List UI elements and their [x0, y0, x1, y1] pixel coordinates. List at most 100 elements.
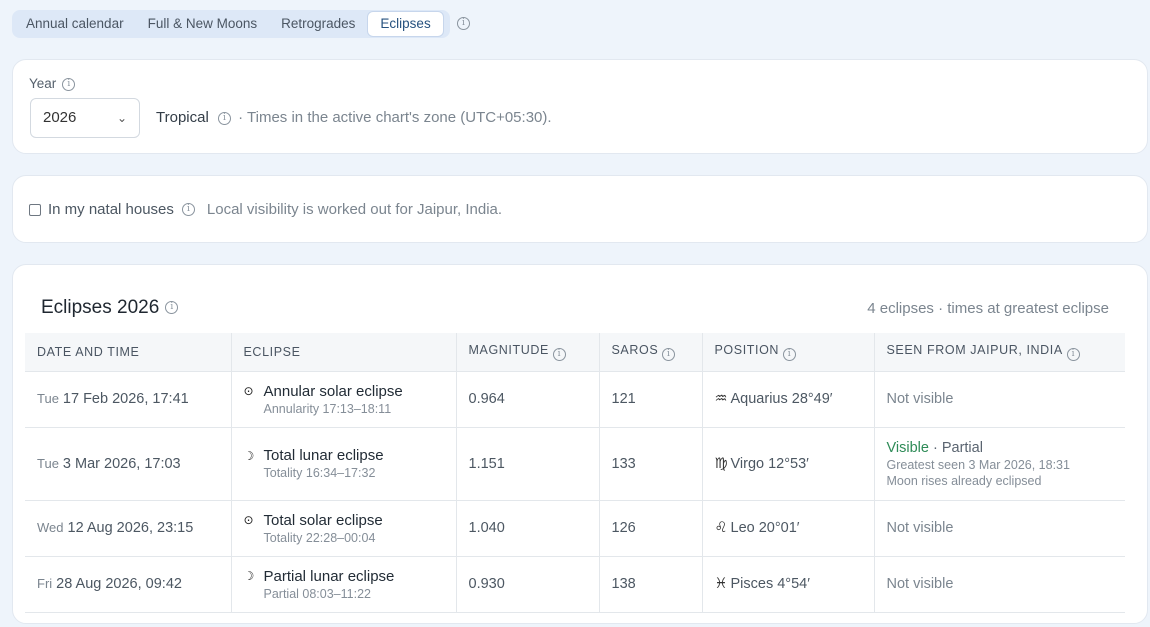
table-cell: 126	[599, 499, 703, 556]
col-magnitude: MAGNITUDE i	[456, 333, 600, 371]
cell-text: Tue	[37, 391, 59, 406]
year-label: Year i	[29, 76, 76, 91]
year-select[interactable]: 2026 ⌄	[30, 98, 140, 138]
table-cell: Tue 3 Mar 2026, 17:03	[25, 426, 232, 500]
col-eclipse: ECLIPSE	[231, 333, 457, 371]
cell-text: · Partial	[932, 439, 983, 456]
col-seen-from: SEEN FROM JAIPUR, INDIA i	[874, 333, 1125, 371]
cell-text: SAROS	[611, 342, 659, 357]
table-cell: 1.151	[456, 426, 600, 500]
eclipses-title: Eclipses 2026 i	[41, 297, 179, 319]
natal-houses-label: In my natal houses	[48, 201, 174, 218]
year-label-text: Year	[29, 76, 57, 91]
eclipses-title-text: Eclipses 2026	[41, 297, 160, 318]
cell-text: 12 Aug 2026, 23:15	[67, 520, 194, 536]
cell-text: Partial lunar eclipse	[263, 567, 395, 585]
cell-text: Total solar eclipse	[263, 511, 383, 529]
cell-text: Totality 16:34–17:32	[263, 466, 376, 480]
pisces-icon: ♓	[714, 576, 728, 592]
cell-text: MAGNITUDE	[468, 342, 549, 357]
zodiac-info-icon[interactable]: i	[217, 111, 231, 125]
table-cell: Visible · Partial Greatest seen 3 Mar 20…	[874, 426, 1125, 500]
view-tabs: Annual calendar Full & New Moons Retrogr…	[12, 10, 450, 38]
cell-text: Leo 20°01′	[730, 520, 800, 536]
seen-info-icon[interactable]: i	[1066, 347, 1080, 361]
natal-houses-card: In my natal houses i Local visibility is…	[12, 175, 1148, 243]
chevron-down-icon: ⌄	[116, 111, 127, 125]
tab-eclipses[interactable]: Eclipses	[367, 11, 444, 37]
table-row: Fri 28 Aug 2026, 09:42 ☽ Partial lunar ecl…	[25, 555, 1125, 613]
cell-text: Annularity 17:13–18:11	[263, 401, 392, 416]
table-row: Tue 17 Feb 2026, 17:41 ⊙ Annular solar ecl…	[25, 370, 1125, 427]
cell-text: 17 Feb 2026, 17:41	[62, 391, 189, 407]
col-position: POSITION i	[702, 333, 875, 371]
cell-text: Partial 08:03–11:22	[263, 586, 372, 601]
table-cell: Wed 12 Aug 2026, 23:15	[25, 499, 232, 556]
table-cell: 0.964	[456, 370, 600, 427]
zodiac-zone-line: Tropical i · Times in the active chart's…	[156, 109, 552, 126]
cell-text: 28 Aug 2026, 09:42	[56, 576, 182, 592]
year-settings-card: Year i 2026 ⌄ Tropical i · Times in the a…	[12, 59, 1148, 154]
cell-text: Aquarius 28°49′	[730, 391, 833, 407]
table-cell: ♒ Aquarius 28°49′	[702, 370, 875, 427]
moon-icon: ☽	[243, 448, 255, 463]
cell-text: Total lunar eclipse	[263, 447, 384, 464]
table-cell: ♍ Virgo 12°53′	[702, 426, 875, 500]
cell-text: Greatest seen 3 Mar 2026, 18:31	[886, 457, 1070, 472]
cell-text: ECLIPSE	[243, 344, 301, 359]
cell-text: Moon rises already eclipsed	[886, 473, 1042, 488]
year-info-icon[interactable]: i	[62, 77, 76, 91]
timezone-note: · Times in the active chart's zone (UTC+…	[238, 109, 552, 126]
cell-text: Tue	[37, 455, 59, 471]
magnitude-info-icon[interactable]: i	[552, 347, 566, 361]
saros-info-icon[interactable]: i	[662, 347, 676, 361]
cell-text: Wed	[37, 520, 64, 535]
tab-annual-calendar[interactable]: Annual calendar	[14, 12, 136, 36]
moon-icon: ☽	[243, 569, 255, 583]
table-cell: Fri 28 Aug 2026, 09:42	[25, 555, 232, 613]
table-cell: ♓ Pisces 4°54′	[702, 555, 875, 613]
cell-text: Annular solar eclipse	[263, 382, 403, 400]
col-date-time: DATE AND TIME	[25, 333, 232, 371]
cell-text: Virgo 12°53′	[730, 455, 809, 472]
eclipses-table: DATE AND TIME ECLIPSE MAGNITUDE i SAROS i …	[25, 333, 1125, 613]
cell-text: Pisces 4°54′	[730, 576, 810, 592]
cell-text: SEEN FROM JAIPUR, INDIA	[886, 342, 1063, 357]
cell-text: POSITION	[714, 342, 780, 357]
virgo-icon: ♍	[714, 455, 728, 472]
year-select-value: 2026	[43, 109, 77, 126]
position-info-icon[interactable]: i	[783, 347, 797, 361]
table-cell: ⊙ Total solar eclipse Totality 22:28–00:0…	[231, 499, 457, 556]
eclipses-summary: 4 eclipses · times at greatest eclipse	[867, 300, 1109, 317]
table-cell: 138	[599, 555, 703, 613]
table-cell: 1.040	[456, 499, 600, 556]
natal-info-icon[interactable]: i	[181, 203, 195, 216]
aquarius-icon: ♒	[714, 391, 728, 407]
table-cell: ♌ Leo 20°01′	[702, 499, 875, 556]
table-cell: 121	[599, 370, 703, 427]
leo-icon: ♌	[714, 520, 728, 536]
eclipses-card: Eclipses 2026 i 4 eclipses · times at gre…	[12, 264, 1148, 624]
col-saros: SAROS i	[599, 333, 703, 371]
table-cell: Not visible	[874, 499, 1125, 556]
eclipses-info-icon[interactable]: i	[165, 301, 179, 315]
cell-text: DATE AND TIME	[37, 344, 140, 359]
visible-status: Visible	[886, 439, 929, 456]
visibility-note: Local visibility is worked out for Jaipu…	[206, 201, 503, 218]
tab-retrogrades[interactable]: Retrogrades	[269, 12, 367, 36]
natal-houses-checkbox[interactable]	[29, 203, 41, 216]
cell-text: 3 Mar 2026, 17:03	[62, 455, 181, 472]
table-cell: 0.930	[456, 555, 600, 613]
cell-text: Fri	[37, 576, 53, 591]
table-row: Tue 3 Mar 2026, 17:03 ☽ Total lunar eclips…	[25, 426, 1125, 500]
zodiac-label: Tropical	[156, 109, 209, 126]
table-cell: 133	[599, 426, 703, 500]
tab-full-new-moons[interactable]: Full & New Moons	[136, 12, 270, 36]
tabs-info-icon[interactable]: i	[457, 17, 470, 30]
table-cell: Not visible	[874, 370, 1125, 427]
table-cell: Tue 17 Feb 2026, 17:41	[25, 370, 232, 427]
table-cell: ☽ Total lunar eclipse Totality 16:34–17:3…	[231, 426, 457, 500]
table-cell: ⊙ Annular solar eclipse Annularity 17:13–…	[231, 370, 457, 427]
solar-eclipse-icon: ⊙	[243, 384, 254, 398]
cell-text: Totality 22:28–00:04	[263, 530, 376, 545]
